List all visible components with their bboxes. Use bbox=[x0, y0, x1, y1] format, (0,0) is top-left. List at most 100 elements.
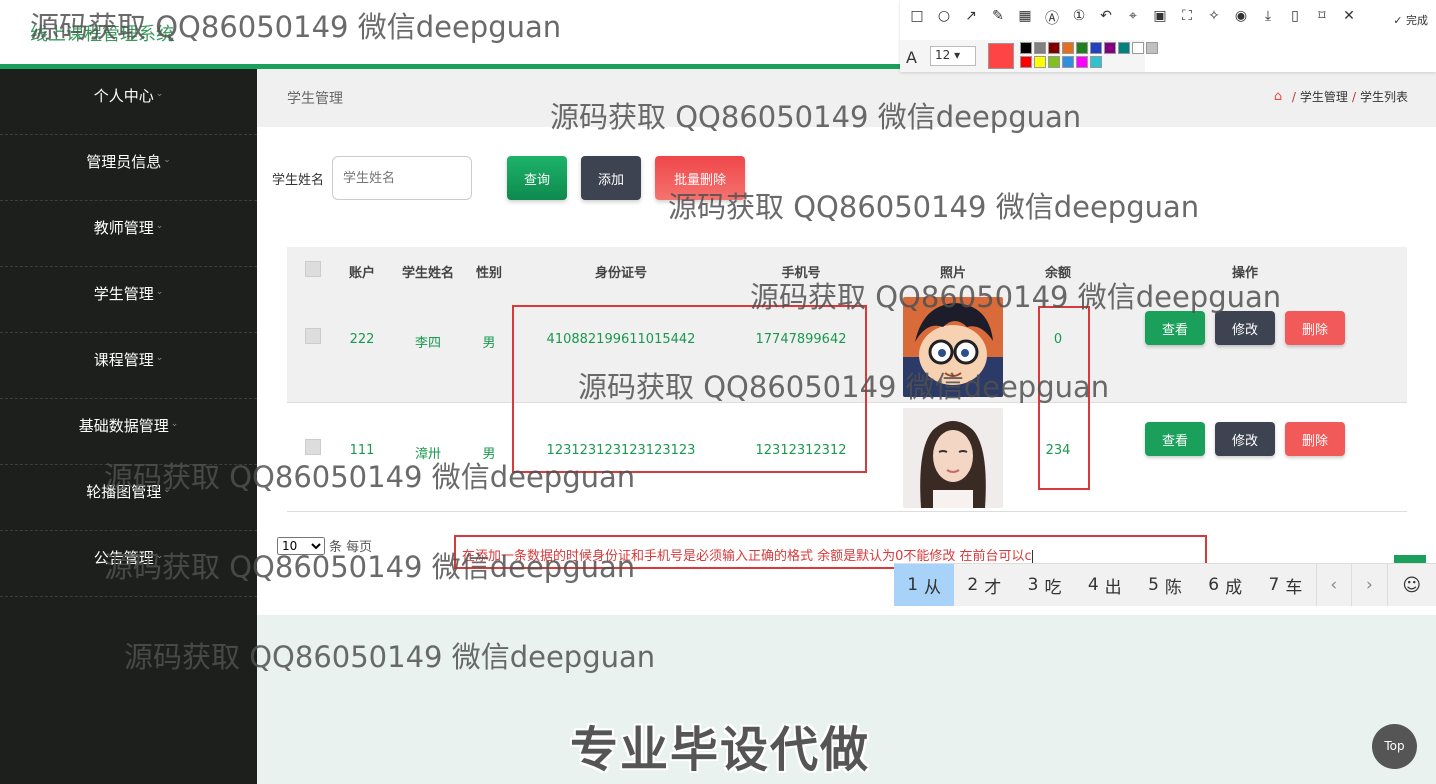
color-swatch[interactable] bbox=[1090, 42, 1102, 54]
sidebar-item-course[interactable]: 课程管理 ⌄ bbox=[0, 333, 257, 399]
text-cursor bbox=[1031, 549, 1033, 564]
ime-candidate-number: 2 bbox=[967, 575, 979, 595]
student-name-input[interactable] bbox=[332, 156, 472, 200]
batch-delete-button[interactable]: 批量删除 bbox=[655, 156, 745, 200]
color-swatch[interactable] bbox=[1034, 42, 1046, 54]
ellipse-icon[interactable]: ○ bbox=[935, 8, 953, 28]
long-screenshot-icon[interactable]: ⛶ bbox=[1178, 8, 1196, 28]
app-title: 线上课程管理系统 bbox=[30, 24, 174, 45]
ime-candidate[interactable]: 7车 bbox=[1255, 564, 1315, 606]
ime-candidate-text: 陈 bbox=[1164, 577, 1182, 598]
back-to-top-button[interactable]: Top bbox=[1372, 724, 1417, 769]
color-swatch[interactable] bbox=[1062, 42, 1074, 54]
delete-button[interactable]: 删除 bbox=[1285, 422, 1345, 456]
sidebar-item-notice[interactable]: 公告管理 ⌄ bbox=[0, 531, 257, 597]
sidebar-item-base-data[interactable]: 基础数据管理 ⌄ bbox=[0, 399, 257, 465]
ime-candidate[interactable]: 2才 bbox=[954, 564, 1014, 606]
select-all-checkbox[interactable] bbox=[305, 261, 321, 277]
edit-button[interactable]: 修改 bbox=[1215, 422, 1275, 456]
account-cell: 222 bbox=[349, 332, 375, 347]
caret-down-icon: ⌄ bbox=[163, 485, 171, 495]
color-swatch[interactable] bbox=[1090, 56, 1102, 68]
ime-candidate[interactable]: 3吃 bbox=[1014, 564, 1074, 606]
color-swatch[interactable] bbox=[1076, 42, 1088, 54]
color-swatch[interactable] bbox=[1104, 42, 1116, 54]
record-icon[interactable]: ◉ bbox=[1232, 8, 1250, 28]
sticker-icon[interactable]: ✧ bbox=[1205, 8, 1223, 28]
ocr-icon[interactable]: ▣ bbox=[1151, 8, 1169, 28]
caret-down-icon: ⌄ bbox=[155, 89, 164, 99]
query-button[interactable]: 查询 bbox=[507, 156, 567, 200]
page-size-control: 10 条 每页 bbox=[277, 536, 372, 555]
sidebar-item-label: 基础数据管理 bbox=[78, 417, 169, 435]
number-marker-icon[interactable]: ① bbox=[1070, 8, 1088, 28]
sidebar-item-carousel[interactable]: 轮播图管理 ⌄ bbox=[0, 465, 257, 531]
color-swatch[interactable] bbox=[1048, 42, 1060, 54]
sidebar-item-student[interactable]: 学生管理 ⌄ bbox=[0, 267, 257, 333]
close-icon[interactable]: ✕ bbox=[1340, 8, 1358, 28]
sidebar-item-teacher[interactable]: 教师管理 ⌄ bbox=[0, 201, 257, 267]
column-header: 手机号 bbox=[781, 266, 821, 281]
color-swatch[interactable] bbox=[1076, 56, 1088, 68]
ime-candidate[interactable]: 5陈 bbox=[1135, 564, 1195, 606]
caret-down-icon: ⌄ bbox=[155, 353, 164, 363]
color-swatch[interactable] bbox=[1020, 56, 1032, 68]
font-icon: A bbox=[906, 48, 917, 67]
color-swatch[interactable] bbox=[1062, 56, 1074, 68]
text-style-panel: A 12 ▾ bbox=[900, 40, 1158, 72]
pin-icon[interactable]: ⌖ bbox=[1124, 8, 1142, 28]
arrow-icon[interactable]: ↗ bbox=[962, 8, 980, 28]
ime-candidate-number: 6 bbox=[1208, 575, 1220, 595]
search-label: 学生姓名 bbox=[272, 173, 325, 188]
view-button[interactable]: 查看 bbox=[1145, 311, 1205, 345]
font-size-value: 12 bbox=[935, 48, 951, 62]
sidebar-item-admin-info[interactable]: 管理员信息 ⌄ bbox=[0, 135, 257, 201]
color-swatch[interactable] bbox=[1048, 56, 1060, 68]
ime-candidate-number: 1 bbox=[907, 575, 919, 595]
ime-candidate-text: 车 bbox=[1285, 577, 1303, 598]
mosaic-icon[interactable]: ▦ bbox=[1016, 8, 1034, 28]
download-icon[interactable]: ⤓ bbox=[1259, 8, 1277, 28]
rectangle-icon[interactable]: □ bbox=[908, 8, 926, 28]
breadcrumb-item[interactable]: 学生管理 bbox=[1300, 88, 1348, 105]
row-checkbox[interactable] bbox=[305, 328, 321, 344]
ime-candidate[interactable]: 4出 bbox=[1075, 564, 1135, 606]
annotation-box-id-phone bbox=[512, 305, 867, 473]
ime-candidate[interactable]: 1从 bbox=[894, 564, 955, 606]
edit-button[interactable]: 修改 bbox=[1215, 311, 1275, 345]
emoji-icon[interactable]: ☺ bbox=[1386, 564, 1436, 606]
color-swatch[interactable] bbox=[1034, 56, 1046, 68]
page-size-select[interactable]: 10 bbox=[277, 536, 325, 555]
add-button[interactable]: 添加 bbox=[581, 156, 641, 200]
chevron-right-icon[interactable]: › bbox=[1351, 564, 1387, 606]
student-photo-image bbox=[903, 297, 1003, 397]
text-tool-icon[interactable]: Ⓐ bbox=[1043, 8, 1061, 28]
pen-icon[interactable]: ✎ bbox=[989, 8, 1007, 28]
done-button[interactable]: ✓ 完成 bbox=[1393, 12, 1428, 28]
sidebar-item-label: 公告管理 bbox=[93, 549, 154, 567]
sidebar-item-label: 管理员信息 bbox=[86, 153, 162, 171]
color-swatch[interactable] bbox=[1132, 42, 1144, 54]
delete-button[interactable]: 删除 bbox=[1285, 311, 1345, 345]
slogan-text: 专业毕设代做 bbox=[570, 722, 871, 778]
name-cell: 李四 bbox=[414, 336, 442, 351]
color-swatch[interactable] bbox=[1020, 42, 1032, 54]
gender-cell: 男 bbox=[482, 336, 496, 351]
breadcrumb-separator: / bbox=[1291, 89, 1296, 104]
sidebar-item-label: 课程管理 bbox=[93, 351, 154, 369]
font-size-select[interactable]: 12 ▾ bbox=[930, 46, 976, 66]
view-button[interactable]: 查看 bbox=[1145, 422, 1205, 456]
phone-icon[interactable]: ▯ bbox=[1286, 8, 1304, 28]
chevron-left-icon[interactable]: ‹ bbox=[1315, 564, 1352, 606]
color-swatch[interactable] bbox=[1146, 42, 1158, 54]
current-color-swatch[interactable] bbox=[988, 43, 1014, 69]
bookmark-icon[interactable]: ⌑ bbox=[1313, 8, 1331, 28]
sidebar-item-label: 轮播图管理 bbox=[86, 483, 162, 501]
ime-candidate[interactable]: 6成 bbox=[1195, 564, 1255, 606]
annotation-box-balance bbox=[1038, 306, 1090, 490]
undo-icon[interactable]: ↶ bbox=[1097, 8, 1115, 28]
sidebar-item-personal-center[interactable]: 个人中心 ⌄ bbox=[0, 69, 257, 135]
color-swatch[interactable] bbox=[1118, 42, 1130, 54]
home-icon[interactable]: ⌂ bbox=[1274, 89, 1288, 104]
row-checkbox[interactable] bbox=[305, 439, 321, 455]
